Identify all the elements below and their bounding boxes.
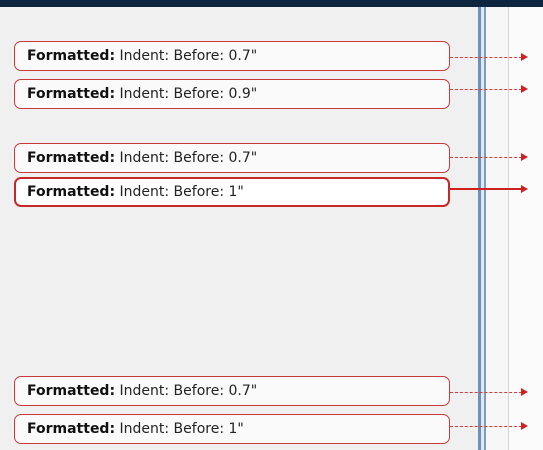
balloon-connector-line [450, 392, 522, 393]
formatting-balloon[interactable]: Formatted: Indent: Before: 0.7" [14, 143, 450, 173]
formatting-balloon-selected[interactable]: Formatted: Indent: Before: 1" [14, 177, 450, 207]
connector-arrow-icon [521, 153, 528, 161]
formatting-detail: Indent: Before: 0.7" [115, 383, 258, 399]
formatting-detail: Indent: Before: 1" [115, 184, 244, 200]
balloon-connector-line [450, 426, 522, 427]
formatting-detail: Indent: Before: 0.9" [115, 86, 258, 102]
balloon-connector-line-active [450, 188, 522, 190]
connector-arrow-icon [521, 388, 528, 396]
formatting-detail: Indent: Before: 0.7" [115, 48, 258, 64]
balloon-connector-line [450, 57, 522, 58]
formatting-balloon[interactable]: Formatted: Indent: Before: 0.7" [14, 376, 450, 406]
formatting-balloon[interactable]: Formatted: Indent: Before: 0.9" [14, 79, 450, 109]
formatted-label: Formatted: [27, 48, 116, 64]
formatted-label: Formatted: [27, 86, 116, 102]
formatted-label: Formatted: [27, 184, 116, 200]
formatted-label: Formatted: [27, 150, 116, 166]
formatting-detail: Indent: Before: 1" [115, 421, 244, 437]
formatting-balloon[interactable]: Formatted: Indent: Before: 0.7" [14, 41, 450, 71]
document-gutter [486, 7, 508, 450]
connector-arrow-icon [521, 422, 528, 430]
formatted-label: Formatted: [27, 383, 116, 399]
document-page-edge [508, 7, 543, 450]
balloon-connector-line [450, 157, 522, 158]
formatted-label: Formatted: [27, 421, 116, 437]
formatting-balloon[interactable]: Formatted: Indent: Before: 1" [14, 414, 450, 444]
formatting-detail: Indent: Before: 0.7" [115, 150, 258, 166]
balloon-connector-line [450, 89, 522, 90]
connector-arrow-icon [521, 53, 528, 61]
connector-arrow-icon [521, 85, 528, 93]
connector-arrow-icon [521, 185, 528, 193]
window-top-strip [0, 0, 543, 7]
